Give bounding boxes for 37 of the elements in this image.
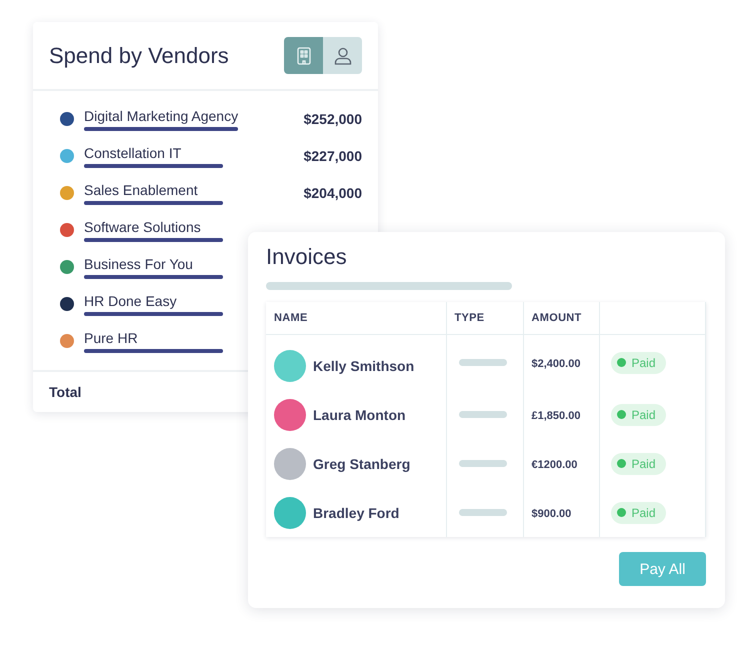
amount: £1,850.00 — [532, 410, 580, 422]
vendor-name: Sales Enablement — [84, 182, 199, 198]
column-header: NAME — [266, 302, 446, 334]
status-badge: Paid — [610, 452, 666, 474]
placeholder-bar — [458, 509, 506, 516]
column-header: AMOUNT — [523, 302, 599, 334]
view-toggle-button[interactable] — [323, 37, 362, 74]
vendor-amount: $204,000 — [304, 185, 362, 201]
placeholder-bar — [458, 411, 506, 418]
card-title: Spend by Vendors — [49, 42, 229, 68]
vendor-name: Business For You — [84, 256, 194, 272]
amount: $2,400.00 — [532, 358, 580, 370]
person-name: Greg Stanberg — [313, 456, 410, 472]
amount: €1200.00 — [532, 458, 578, 470]
person-name: Laura Monton — [313, 406, 406, 422]
amount: $900.00 — [532, 508, 572, 520]
vendor-name: Digital Marketing Agency — [84, 108, 238, 124]
person-name: Kelly Smithson — [313, 358, 414, 374]
view-toggle-button[interactable] — [284, 37, 323, 74]
vendor-name: Constellation IT — [84, 144, 182, 160]
person-icon — [334, 46, 352, 64]
card-title: Invoices — [266, 244, 348, 270]
status-badge: Paid — [610, 404, 666, 426]
total-label: Total — [49, 384, 82, 400]
placeholder-bar — [458, 359, 506, 366]
column-header: TYPE — [446, 302, 523, 334]
person-name: Bradley Ford — [313, 504, 400, 520]
status-badge: Paid — [610, 352, 666, 374]
building-icon — [296, 46, 310, 64]
vendor-amount: $227,000 — [304, 148, 362, 164]
vendor-amount: $252,000 — [304, 111, 362, 127]
vendor-name: Software Solutions — [84, 218, 202, 234]
pay-all-button[interactable]: Pay All — [619, 552, 706, 586]
placeholder-bar — [458, 460, 506, 467]
status-badge: Paid — [610, 502, 666, 524]
vendor-name: Pure HR — [84, 330, 139, 346]
vendor-name: HR Done Easy — [84, 292, 178, 308]
